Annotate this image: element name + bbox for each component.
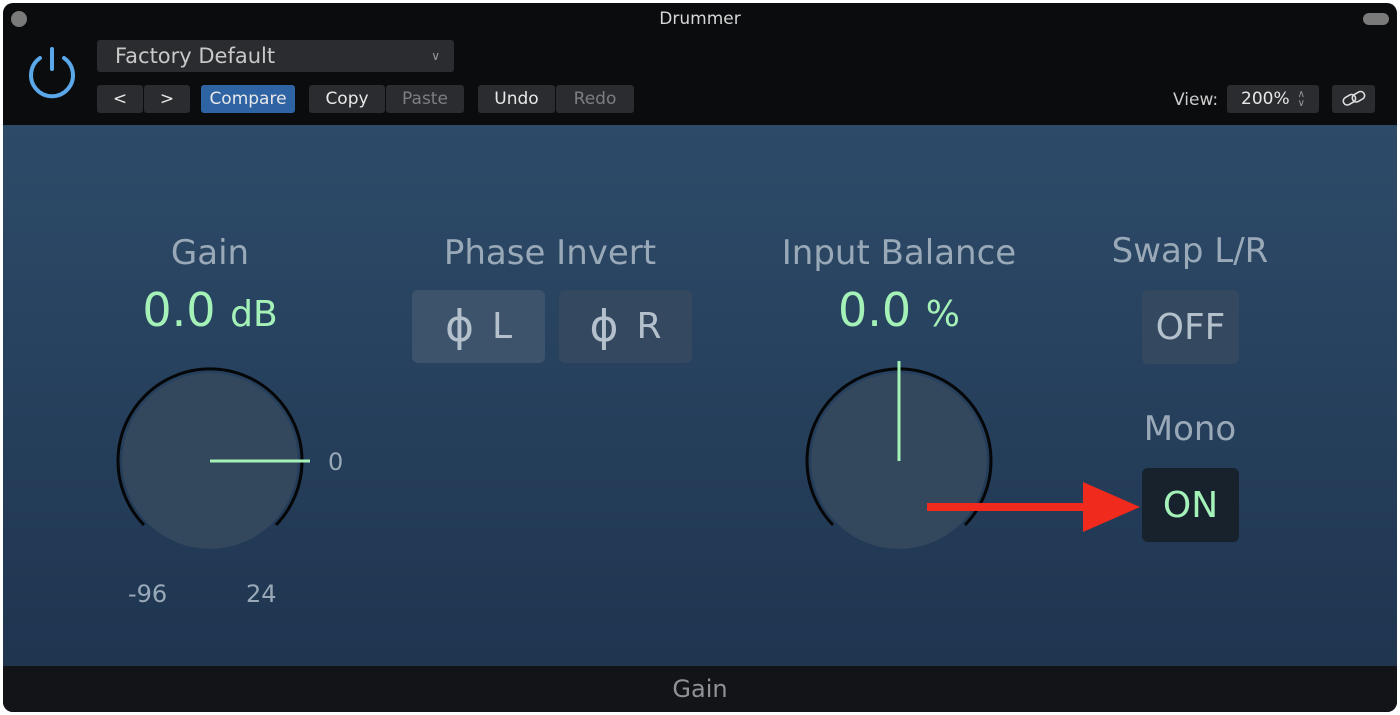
swap-lr-toggle[interactable]: OFF <box>1142 290 1239 364</box>
footer-parameter-name: Gain <box>3 666 1397 712</box>
gain-center-tick: 0 <box>328 448 344 476</box>
copy-button[interactable]: Copy <box>309 85 385 113</box>
plugin-window: Drummer Factory Default ∨ < > Compare Cop… <box>3 3 1397 712</box>
view-value: 200% <box>1241 89 1290 109</box>
phase-invert-right-button[interactable]: ϕR <box>559 290 692 363</box>
preset-dropdown[interactable]: Factory Default ∨ <box>97 40 454 72</box>
phase-icon: ϕ <box>444 301 474 352</box>
gain-value: 0.0 dB <box>142 283 278 337</box>
paste-button[interactable]: Paste <box>386 85 464 113</box>
gain-min-label: -96 <box>128 580 168 608</box>
mono-label: Mono <box>1143 409 1237 449</box>
phase-left-label: L <box>491 306 513 347</box>
phase-invert-label: Phase Invert <box>443 233 657 273</box>
swap-lr-label: Swap L/R <box>1111 231 1269 271</box>
compare-button[interactable]: Compare <box>201 85 295 113</box>
link-icon <box>1341 90 1365 106</box>
plugin-panel: Gain 0.0 dB 0 -96 24 Phase Invert ϕL ϕR … <box>3 125 1397 666</box>
link-button[interactable] <box>1332 85 1375 113</box>
phase-icon: ϕ <box>589 301 619 352</box>
gain-max-label: 24 <box>246 580 277 608</box>
stepper-icon: ∧ ∨ <box>1297 89 1305 109</box>
power-icon[interactable] <box>25 45 79 99</box>
gain-knob[interactable] <box>110 361 310 561</box>
preset-name: Factory Default <box>115 44 276 68</box>
phase-invert-left-button[interactable]: ϕL <box>412 290 545 363</box>
mono-toggle[interactable]: ON <box>1142 468 1239 542</box>
input-balance-value: 0.0 % <box>838 283 960 337</box>
gain-label: Gain <box>170 233 250 273</box>
next-preset-button[interactable]: > <box>144 85 190 113</box>
chevron-down-icon: ∨ <box>431 49 440 63</box>
undo-button[interactable]: Undo <box>478 85 555 113</box>
redo-button[interactable]: Redo <box>556 85 634 113</box>
view-zoom-select[interactable]: 200% ∧ ∨ <box>1227 85 1319 113</box>
view-label: View: <box>1173 90 1219 110</box>
window-title: Drummer <box>659 9 741 29</box>
input-balance-label: Input Balance <box>781 233 1017 273</box>
window-control[interactable] <box>1363 13 1389 25</box>
phase-right-label: R <box>636 306 662 347</box>
red-arrow-annotation <box>927 482 1140 532</box>
prev-preset-button[interactable]: < <box>97 85 143 113</box>
